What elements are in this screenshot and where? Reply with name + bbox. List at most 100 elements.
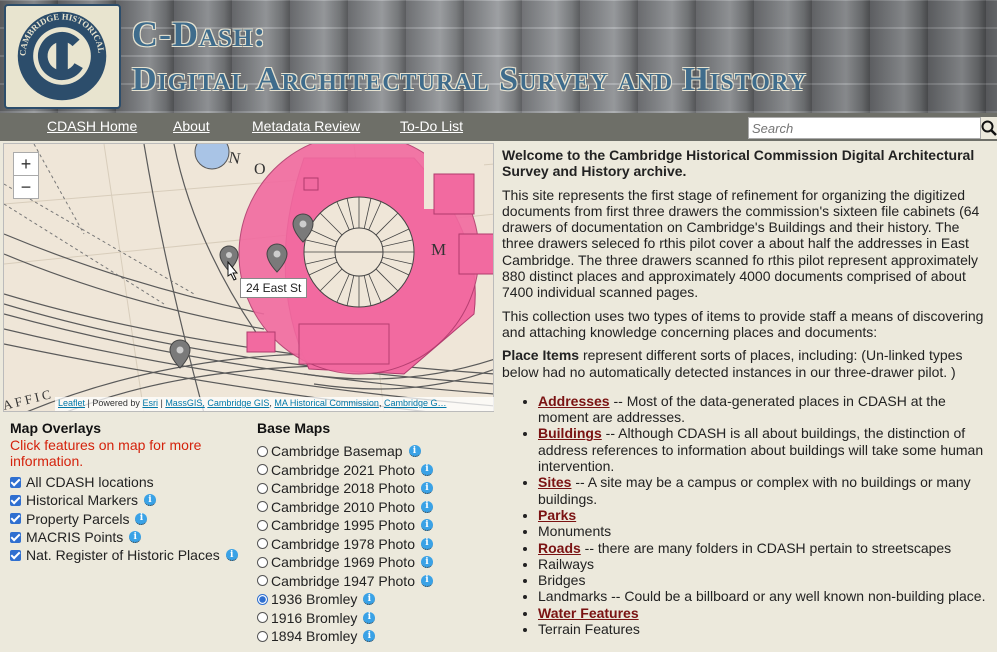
basemap-radio[interactable]	[257, 556, 268, 568]
site-title-line1: C-Dash:	[132, 14, 267, 54]
collection-paragraph: This collection uses two types of items …	[502, 307, 984, 340]
cambridge-g-link[interactable]: Cambridge G…	[384, 398, 447, 408]
basemap-radio[interactable]	[257, 445, 268, 457]
base-maps-panel: Base Maps Cambridge Basemap i Cambridge 2…	[257, 420, 492, 646]
nav-to-do-list[interactable]: To-Do List	[400, 118, 463, 134]
base-maps-title: Base Maps	[257, 420, 331, 436]
overlay-checkbox[interactable]	[10, 476, 21, 488]
list-item: Landmarks -- Could be a billboard or any…	[538, 588, 994, 604]
basemap-cambridge-basemap[interactable]: Cambridge Basemap i	[257, 442, 492, 461]
buildings-link[interactable]: Buildings	[538, 425, 602, 441]
logo-seal-icon: CAMBRIDGE HISTORICAL COMMISSION	[2, 0, 107, 101]
info-icon[interactable]: i	[421, 482, 433, 495]
overlay-property-parcels[interactable]: Property Parcels i	[10, 510, 250, 528]
basemap-radio[interactable]	[257, 501, 268, 513]
list-item: Addresses -- Most of the data-generated …	[538, 393, 994, 426]
basemap-1916-bromley[interactable]: 1916 Bromley i	[257, 609, 492, 628]
zoom-in-button[interactable]: +	[13, 152, 39, 176]
overlay-checkbox[interactable]	[10, 549, 21, 561]
list-item: Buildings -- Although CDASH is all about…	[538, 425, 994, 474]
basemap-radio[interactable]	[257, 575, 268, 587]
info-icon[interactable]: i	[421, 500, 433, 513]
info-icon[interactable]: i	[421, 537, 433, 550]
list-item: Water Features	[538, 605, 994, 621]
addresses-link[interactable]: Addresses	[538, 393, 610, 409]
map-tooltip: 24 East St	[240, 278, 308, 298]
info-icon[interactable]: i	[144, 494, 157, 507]
info-icon[interactable]: i	[225, 549, 238, 562]
basemap-radio[interactable]	[257, 464, 268, 476]
list-item: Bridges	[538, 572, 994, 588]
search-button[interactable]	[981, 117, 997, 139]
site-title: C-Dash: Digital Architectural Survey and…	[132, 14, 807, 100]
basemap-radio[interactable]	[257, 538, 268, 550]
nav-about[interactable]: About	[173, 118, 210, 134]
parks-link[interactable]: Parks	[538, 507, 576, 523]
overlay-checkbox[interactable]	[10, 513, 21, 525]
place-items-paragraph: Place Items represent different sorts of…	[502, 347, 963, 380]
intro-content: Welcome to the Cambridge Historical Comm…	[502, 147, 994, 637]
place-types-list: Addresses -- Most of the data-generated …	[538, 393, 994, 637]
search-input[interactable]	[748, 117, 981, 139]
info-icon[interactable]: i	[363, 611, 376, 624]
overlay-checkbox[interactable]	[10, 531, 21, 543]
basemap-2010-photo[interactable]: Cambridge 2010 Photo i	[257, 498, 492, 517]
info-icon[interactable]: i	[363, 593, 376, 606]
map-attribution: Leaflet | Powered by Esri | MassGIS, Cam…	[55, 397, 494, 411]
leaflet-link[interactable]: Leaflet	[58, 398, 85, 408]
list-item: Parks	[538, 507, 994, 523]
basemap-radio[interactable]	[257, 612, 268, 624]
roads-link[interactable]: Roads	[538, 540, 581, 556]
basemap-1969-photo[interactable]: Cambridge 1969 Photo i	[257, 553, 492, 572]
site-title-line2: Digital Architectural Survey and History	[132, 61, 807, 98]
svg-text:O: O	[254, 161, 266, 178]
info-icon[interactable]: i	[363, 630, 376, 643]
zoom-out-button[interactable]: −	[13, 175, 39, 199]
info-icon[interactable]: i	[421, 463, 433, 476]
basemap-radio-selected[interactable]	[257, 593, 268, 605]
basemap-1978-photo[interactable]: Cambridge 1978 Photo i	[257, 535, 492, 554]
list-item: Roads -- there are many folders in CDASH…	[538, 540, 994, 556]
overlay-macris-points[interactable]: MACRIS Points i	[10, 528, 250, 546]
site-header: CAMBRIDGE HISTORICAL COMMISSION C-Dash: …	[0, 0, 997, 113]
list-item: Railways	[538, 556, 994, 572]
info-icon[interactable]: i	[135, 512, 148, 525]
search-icon	[981, 120, 997, 136]
basemap-1936-bromley[interactable]: 1936 Bromley i	[257, 590, 492, 609]
nav-cdash-home[interactable]: CDASH Home	[47, 118, 137, 134]
info-icon[interactable]: i	[421, 519, 433, 532]
basemap-radio[interactable]	[257, 519, 268, 531]
info-icon[interactable]: i	[408, 445, 421, 458]
basemap-2018-photo[interactable]: Cambridge 2018 Photo i	[257, 479, 492, 498]
map-click-note: Click features on map for more informati…	[10, 437, 202, 469]
overlay-historical-markers[interactable]: Historical Markers i	[10, 491, 250, 509]
nav-metadata-review[interactable]: Metadata Review	[252, 118, 360, 134]
list-item: Terrain Features	[538, 621, 994, 637]
basemap-1995-photo[interactable]: Cambridge 1995 Photo i	[257, 516, 492, 535]
welcome-heading: Welcome to the Cambridge Historical Comm…	[502, 147, 975, 180]
cambridge-gis-link[interactable]: Cambridge GIS	[207, 398, 269, 408]
info-icon[interactable]: i	[421, 574, 433, 587]
list-item: Monuments	[538, 523, 994, 539]
basemap-1947-photo[interactable]: Cambridge 1947 Photo i	[257, 572, 492, 591]
list-item: Sites -- A site may be a campus or compl…	[538, 474, 994, 507]
basemap-2021-photo[interactable]: Cambridge 2021 Photo i	[257, 461, 492, 480]
intro-paragraph: This site represents the first stage of …	[502, 186, 980, 301]
svg-text:M: M	[431, 240, 446, 259]
cambridge-historical-commission-logo[interactable]: CAMBRIDGE HISTORICAL COMMISSION	[2, 0, 121, 109]
info-icon[interactable]: i	[421, 556, 433, 569]
overlay-all-cdash-locations[interactable]: All CDASH locations	[10, 473, 250, 491]
sites-link[interactable]: Sites	[538, 474, 571, 490]
basemap-radio[interactable]	[257, 482, 268, 494]
esri-link[interactable]: Esri	[142, 398, 158, 408]
overlay-national-register[interactable]: Nat. Register of Historic Places i	[10, 546, 250, 564]
massgis-link[interactable]: MassGIS,	[165, 398, 205, 408]
overlay-checkbox[interactable]	[10, 494, 21, 506]
map-overlays-title: Map Overlays	[10, 420, 102, 436]
map-overlays-panel: Map Overlays Click features on map for m…	[10, 420, 250, 564]
basemap-1894-bromley[interactable]: 1894 Bromley i	[257, 627, 492, 646]
info-icon[interactable]: i	[129, 531, 142, 544]
ma-historical-commission-link[interactable]: MA Historical Commission	[274, 398, 379, 408]
water-features-link[interactable]: Water Features	[538, 605, 639, 621]
basemap-radio[interactable]	[257, 630, 268, 642]
